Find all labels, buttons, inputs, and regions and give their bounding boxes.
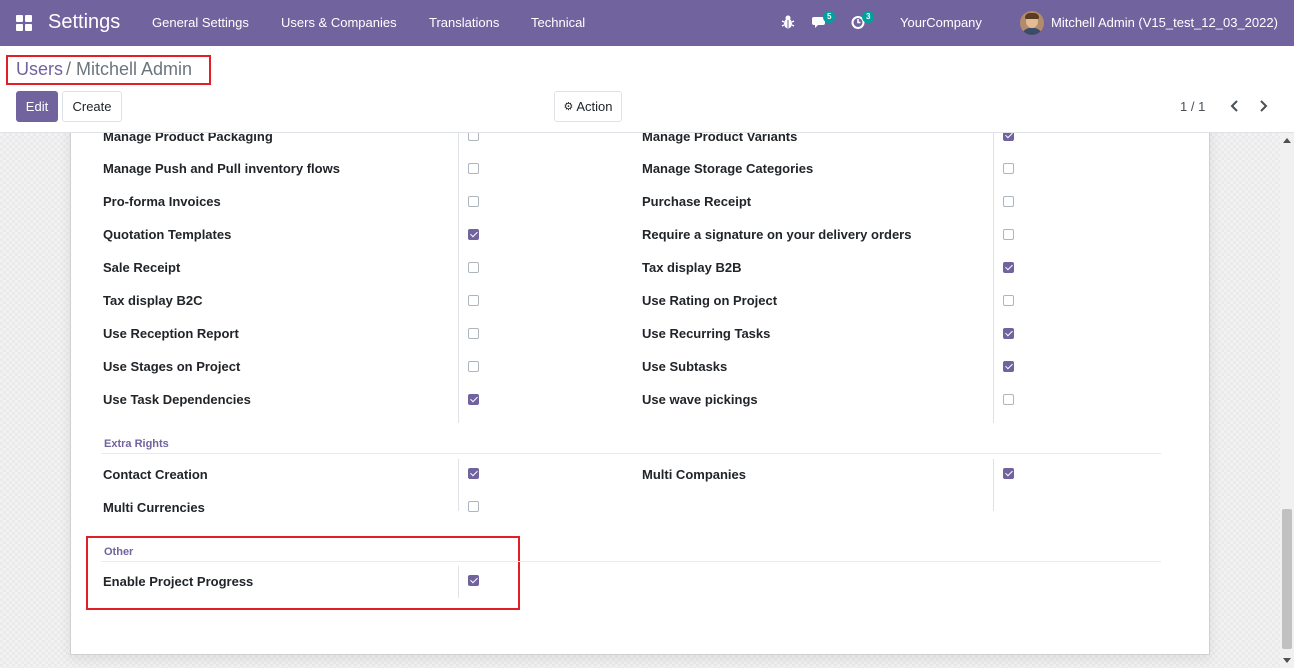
breadcrumb-separator: / bbox=[66, 59, 72, 79]
scroll-up-arrow-icon[interactable] bbox=[1283, 138, 1291, 143]
group-separator bbox=[101, 453, 1161, 454]
messages-badge: 5 bbox=[823, 11, 836, 23]
action-dropdown-button[interactable]: ⚙ Action bbox=[554, 91, 622, 122]
column-divider bbox=[993, 459, 994, 511]
group-separator bbox=[101, 561, 1161, 562]
setting-checkbox[interactable] bbox=[468, 133, 479, 141]
setting-checkbox[interactable] bbox=[468, 361, 479, 372]
setting-checkbox[interactable] bbox=[468, 229, 479, 240]
activities-clock-icon[interactable]: 3 bbox=[851, 11, 875, 32]
setting-label: Use Rating on Project bbox=[642, 293, 778, 308]
setting-label: Require a signature on your delivery ord… bbox=[642, 227, 912, 242]
debug-bug-icon[interactable] bbox=[781, 14, 799, 32]
setting-checkbox[interactable] bbox=[1003, 295, 1014, 306]
activities-badge: 3 bbox=[862, 11, 875, 23]
setting-label: Use Stages on Project bbox=[103, 359, 241, 374]
setting-checkbox[interactable] bbox=[1003, 394, 1014, 405]
setting-label: Manage Storage Categories bbox=[642, 161, 814, 176]
pager-previous-icon[interactable] bbox=[1229, 97, 1245, 115]
setting-label: Use Recurring Tasks bbox=[642, 326, 771, 341]
pager-value[interactable]: 1 / 1 bbox=[1180, 99, 1205, 114]
user-avatar[interactable] bbox=[1020, 11, 1044, 35]
setting-checkbox[interactable] bbox=[468, 196, 479, 207]
setting-label: Tax display B2B bbox=[642, 260, 742, 275]
form-content-area: Manage Product Packaging Manage Push and… bbox=[0, 133, 1294, 668]
setting-label: Enable Project Progress bbox=[103, 574, 254, 589]
setting-label: Quotation Templates bbox=[103, 227, 232, 242]
scroll-down-arrow-icon[interactable] bbox=[1283, 658, 1291, 663]
apps-menu-icon[interactable] bbox=[16, 15, 32, 31]
setting-label: Use Subtasks bbox=[642, 359, 728, 374]
setting-checkbox[interactable] bbox=[468, 468, 479, 479]
setting-label: Multi Currencies bbox=[103, 500, 205, 515]
setting-checkbox[interactable] bbox=[468, 328, 479, 339]
group-title-other: Other bbox=[104, 546, 134, 558]
setting-checkbox[interactable] bbox=[1003, 468, 1014, 479]
setting-label: Manage Push and Pull inventory flows bbox=[103, 161, 340, 176]
setting-label: Tax display B2C bbox=[103, 293, 203, 308]
setting-checkbox[interactable] bbox=[468, 295, 479, 306]
group-title-extra-rights: Extra Rights bbox=[104, 438, 169, 450]
menu-translations[interactable]: Translations bbox=[429, 15, 499, 30]
gear-icon: ⚙ bbox=[563, 101, 574, 113]
setting-checkbox[interactable] bbox=[1003, 133, 1014, 141]
control-panel: Users / Mitchell Admin Edit Create ⚙ Act… bbox=[0, 46, 1294, 133]
breadcrumb-parent-link[interactable]: Users bbox=[16, 59, 63, 80]
form-sheet: Manage Product Packaging Manage Push and… bbox=[70, 133, 1210, 655]
app-title[interactable]: Settings bbox=[48, 11, 120, 34]
menu-general-settings[interactable]: General Settings bbox=[152, 15, 249, 30]
menu-users-companies[interactable]: Users & Companies bbox=[281, 15, 397, 30]
setting-checkbox[interactable] bbox=[468, 163, 479, 174]
setting-label: Sale Receipt bbox=[103, 260, 181, 275]
setting-checkbox[interactable] bbox=[1003, 328, 1014, 339]
setting-label: Manage Product Variants bbox=[642, 133, 798, 144]
user-menu[interactable]: Mitchell Admin (V15_test_12_03_2022) bbox=[1051, 15, 1278, 30]
top-navbar: Settings General Settings Users & Compan… bbox=[0, 0, 1294, 46]
setting-label: Manage Product Packaging bbox=[103, 133, 273, 144]
scrollbar-thumb[interactable] bbox=[1282, 509, 1292, 649]
setting-checkbox[interactable] bbox=[1003, 361, 1014, 372]
setting-label: Use Reception Report bbox=[103, 326, 239, 341]
setting-checkbox[interactable] bbox=[468, 575, 479, 586]
column-divider bbox=[458, 566, 459, 598]
setting-label: Pro-forma Invoices bbox=[103, 194, 221, 209]
setting-label: Purchase Receipt bbox=[642, 194, 752, 209]
column-divider bbox=[458, 459, 459, 511]
column-divider bbox=[458, 133, 459, 423]
action-label: Action bbox=[576, 99, 613, 114]
setting-label: Multi Companies bbox=[642, 467, 747, 482]
setting-checkbox[interactable] bbox=[1003, 262, 1014, 273]
vertical-scrollbar[interactable] bbox=[1280, 133, 1294, 668]
messages-chat-icon[interactable]: 5 bbox=[812, 11, 836, 32]
menu-technical[interactable]: Technical bbox=[531, 15, 585, 30]
setting-checkbox[interactable] bbox=[1003, 229, 1014, 240]
setting-label: Use Task Dependencies bbox=[103, 392, 251, 407]
setting-checkbox[interactable] bbox=[468, 501, 479, 512]
column-divider bbox=[993, 133, 994, 423]
setting-label: Use wave pickings bbox=[642, 392, 758, 407]
create-button[interactable]: Create bbox=[62, 91, 122, 122]
edit-button[interactable]: Edit bbox=[16, 91, 58, 122]
setting-checkbox[interactable] bbox=[1003, 163, 1014, 174]
breadcrumb-current: Mitchell Admin bbox=[76, 59, 193, 79]
setting-checkbox[interactable] bbox=[1003, 196, 1014, 207]
setting-checkbox[interactable] bbox=[468, 262, 479, 273]
pager-next-icon[interactable] bbox=[1257, 97, 1273, 115]
setting-checkbox[interactable] bbox=[468, 394, 479, 405]
company-switcher[interactable]: YourCompany bbox=[900, 15, 982, 30]
setting-label: Contact Creation bbox=[103, 467, 208, 482]
other-section-highlight bbox=[86, 536, 520, 610]
